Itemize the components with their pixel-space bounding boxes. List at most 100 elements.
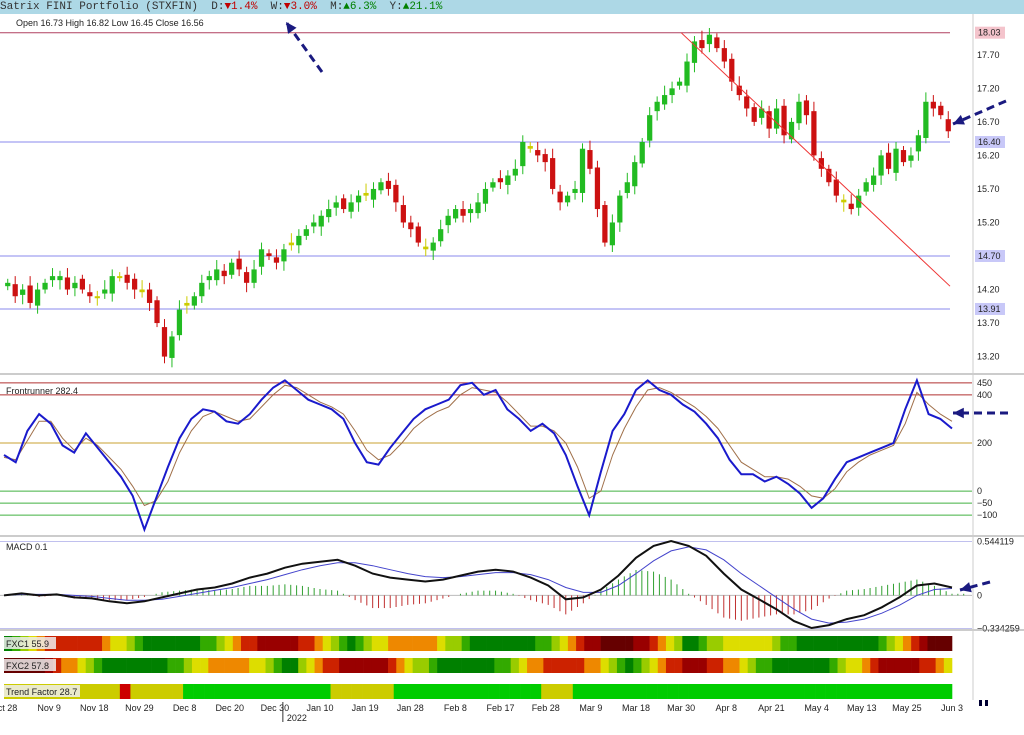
candle-body bbox=[408, 222, 414, 230]
heat-cell bbox=[290, 658, 299, 673]
candle-body bbox=[385, 180, 392, 189]
heat-cell bbox=[772, 658, 781, 673]
heat-cell bbox=[764, 636, 773, 651]
candle-body bbox=[57, 276, 63, 281]
heat-cell bbox=[698, 636, 708, 651]
heat-cell bbox=[641, 636, 650, 651]
candle-body bbox=[273, 257, 280, 263]
trend-factor-cell bbox=[825, 684, 837, 699]
trend-factor-cell bbox=[709, 684, 721, 699]
candle-body bbox=[117, 276, 123, 279]
trend-factor-cell bbox=[815, 684, 826, 699]
heat-cell bbox=[878, 636, 887, 651]
trend-factor-cell bbox=[888, 684, 900, 699]
trend-factor-cell bbox=[351, 684, 363, 699]
candle-body bbox=[72, 282, 78, 289]
candle-body bbox=[482, 188, 489, 204]
trend-factor-cell bbox=[804, 684, 816, 699]
candle-body bbox=[296, 235, 302, 246]
heat-cell bbox=[576, 636, 585, 651]
candle-body bbox=[318, 215, 324, 227]
x-tick-label: Jun 3 bbox=[941, 703, 963, 713]
heat-cell bbox=[93, 636, 103, 651]
heat-cell bbox=[494, 636, 503, 651]
heat-cell bbox=[232, 636, 242, 651]
candle-body bbox=[721, 48, 727, 62]
heat-cell bbox=[134, 658, 144, 673]
price-level-label: 14.70 bbox=[978, 251, 1001, 261]
heat-cell bbox=[739, 636, 748, 651]
heat-cell bbox=[527, 636, 536, 651]
heat-cell bbox=[175, 658, 185, 673]
trend-factor-cell bbox=[846, 684, 858, 699]
price-level-label: 13.91 bbox=[978, 304, 1001, 314]
candle-body bbox=[12, 284, 18, 297]
candle-body bbox=[423, 246, 429, 250]
heat-cell bbox=[191, 658, 201, 673]
trend-factor-cell bbox=[720, 684, 732, 699]
heat-cell bbox=[306, 636, 315, 651]
trend-factor-cell bbox=[867, 684, 879, 699]
x-tick-label: Feb 17 bbox=[487, 703, 515, 713]
heat-cell bbox=[543, 636, 552, 651]
heat-cell bbox=[281, 658, 291, 673]
candle-body bbox=[669, 88, 675, 96]
heat-cell bbox=[674, 658, 683, 673]
candle-body bbox=[281, 249, 287, 262]
candle-body bbox=[161, 327, 168, 357]
price-tick-label: 13.20 bbox=[977, 352, 1000, 362]
heat-cell bbox=[85, 636, 95, 651]
heat-cell bbox=[665, 658, 675, 673]
candle-body bbox=[355, 195, 362, 203]
heat-cell bbox=[486, 636, 495, 651]
heat-cell bbox=[69, 658, 78, 673]
candle-body bbox=[146, 289, 153, 303]
trend-factor-cell bbox=[478, 684, 489, 699]
heat-cell bbox=[919, 636, 928, 651]
x-tick-label: Mar 18 bbox=[622, 703, 650, 713]
trend-factor-cell bbox=[499, 684, 510, 699]
x-tick-label: Oct 28 bbox=[0, 703, 17, 713]
heat-cell bbox=[886, 636, 896, 651]
candle-body bbox=[206, 276, 212, 281]
x-tick-label: May 13 bbox=[847, 703, 877, 713]
heat-cell bbox=[608, 658, 618, 673]
heat-cell bbox=[486, 658, 495, 673]
trend-factor-cell bbox=[320, 684, 331, 699]
trend-factor-cell bbox=[446, 684, 458, 699]
candle-body bbox=[676, 81, 683, 86]
heat-cell bbox=[453, 658, 462, 673]
oscillator-tick-label: 450 bbox=[977, 378, 992, 388]
scroll-handle bbox=[979, 700, 982, 706]
heat-cell bbox=[559, 658, 569, 673]
heat-cell bbox=[755, 636, 765, 651]
heat-cell bbox=[224, 636, 234, 651]
stock-chart: Open 16.73 High 16.82 Low 16.45 Close 16… bbox=[0, 14, 1024, 723]
heat-cell bbox=[780, 658, 789, 673]
trend-factor-cell bbox=[162, 684, 173, 699]
candle-body bbox=[49, 276, 56, 281]
heat-cell bbox=[126, 636, 136, 651]
candle-body bbox=[87, 292, 93, 297]
x-tick-label: Jan 28 bbox=[397, 703, 424, 713]
x-tick-label: Dec 8 bbox=[173, 703, 197, 713]
trend-factor-cell bbox=[509, 684, 521, 699]
heat-cell bbox=[943, 636, 953, 651]
trend-factor-cell bbox=[941, 684, 953, 699]
heat-cell bbox=[93, 658, 103, 673]
candle-body bbox=[191, 296, 197, 306]
candle-body bbox=[654, 101, 660, 112]
candle-body bbox=[176, 309, 183, 336]
candle-body bbox=[490, 182, 496, 188]
heat-cell bbox=[330, 658, 340, 673]
trend-factor-cell bbox=[593, 684, 605, 699]
heat-cell bbox=[388, 658, 397, 673]
price-level-label: 16.40 bbox=[978, 137, 1001, 147]
heat-cell bbox=[935, 636, 945, 651]
trend-factor-cell bbox=[330, 684, 342, 699]
heat-cell bbox=[559, 636, 569, 651]
annotation-arrowhead bbox=[286, 22, 297, 34]
heat-cell bbox=[723, 658, 732, 673]
candle-body bbox=[587, 150, 593, 169]
heat-cell bbox=[894, 658, 904, 673]
